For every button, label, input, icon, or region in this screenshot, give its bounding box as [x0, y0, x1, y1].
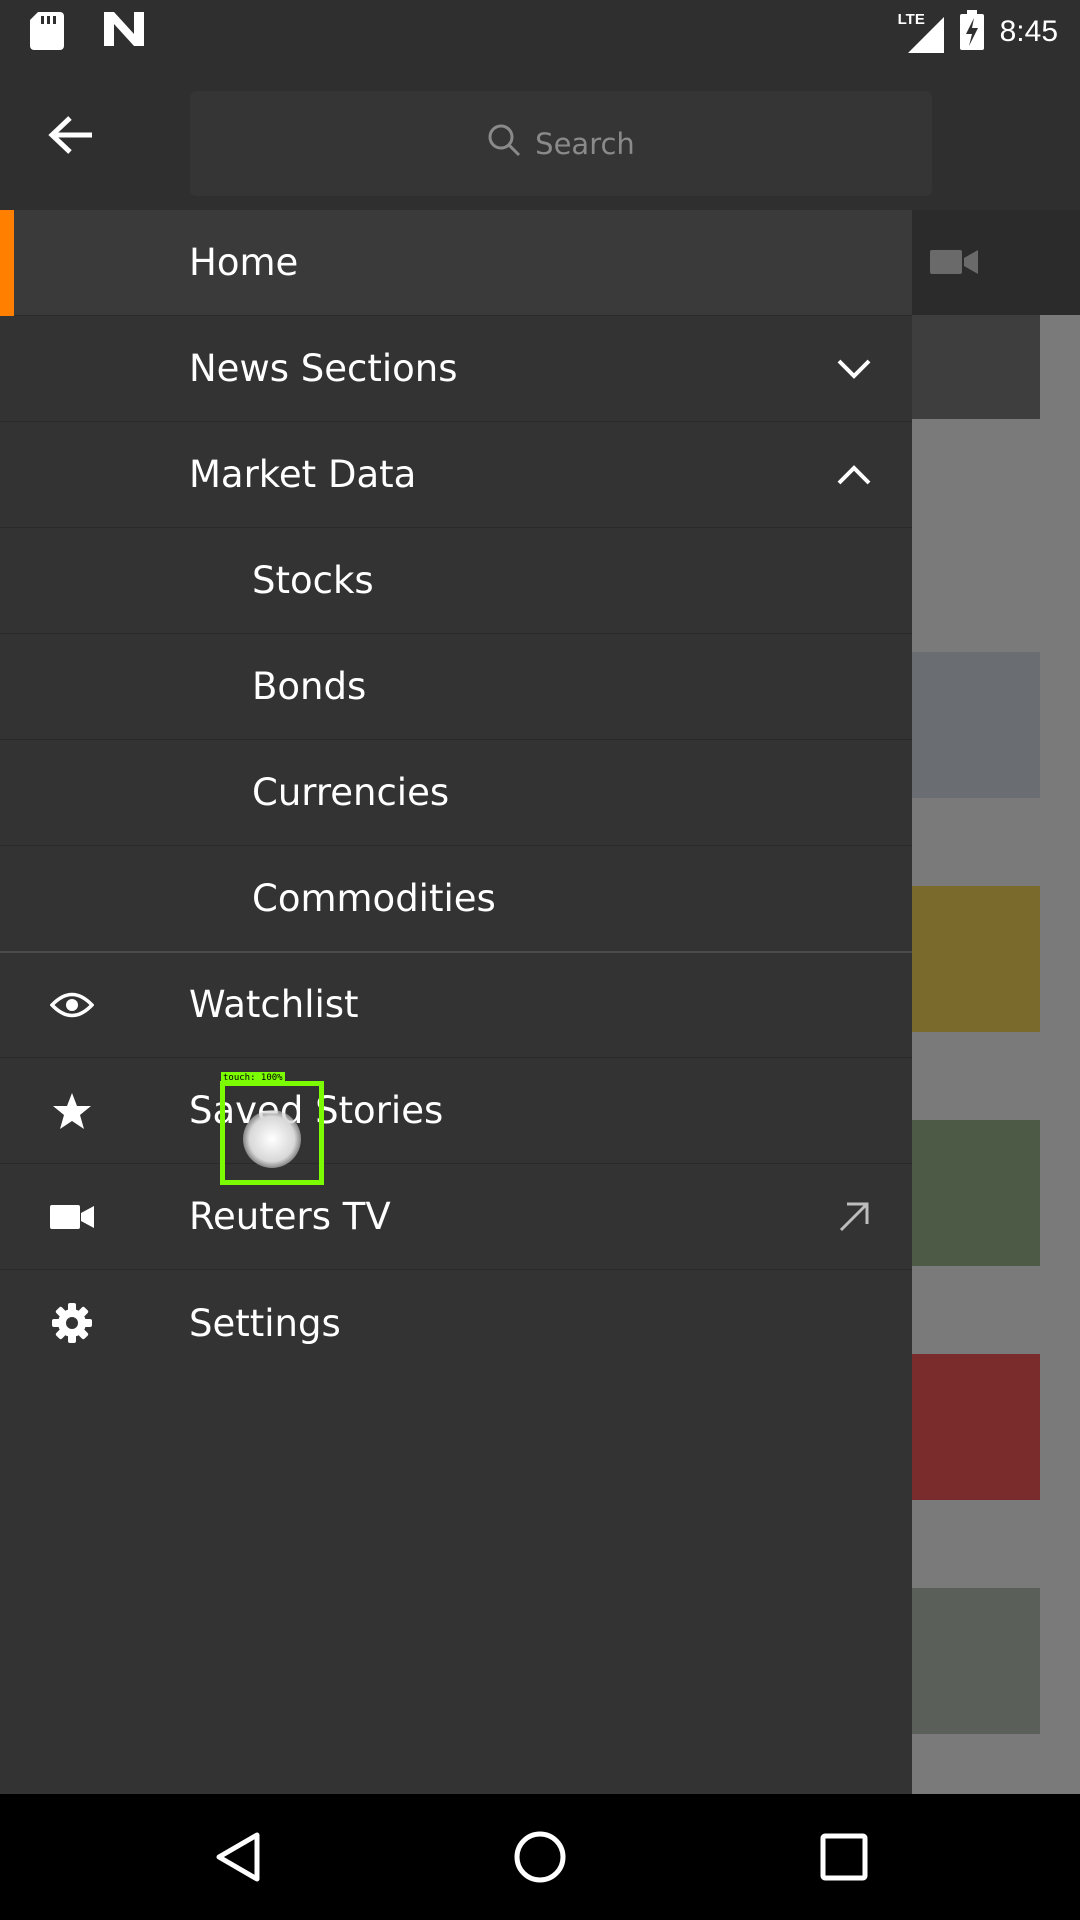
thumbnail [912, 315, 1040, 419]
status-time: 8:45 [999, 15, 1058, 48]
navigation-drawer: Home News Sections Market Data Stocks Bo… [0, 210, 912, 1794]
drawer-item-label: Settings [189, 1301, 341, 1345]
external-link-arrow-icon [832, 1195, 876, 1239]
n-logo-icon [104, 12, 144, 54]
arrow-left-icon [48, 114, 94, 160]
nav-recents-button[interactable] [814, 1829, 874, 1889]
chevron-up-icon [832, 453, 876, 497]
star-icon [50, 1091, 94, 1131]
home-circle-icon [513, 1830, 567, 1888]
drawer-item-watchlist[interactable]: Watchlist [0, 952, 912, 1058]
drawer-item-label: Stocks [252, 559, 374, 602]
drawer-subitem-commodities[interactable]: Commodities [0, 846, 912, 952]
drawer-item-reuters-tv[interactable]: Reuters TV [0, 1164, 912, 1270]
nav-home-button[interactable] [510, 1829, 570, 1889]
drawer-item-label: Reuters TV [189, 1195, 391, 1238]
drawer-item-home[interactable]: Home [0, 210, 912, 316]
touch-point [243, 1110, 301, 1168]
drawer-item-label: News Sections [189, 347, 458, 390]
thumbnail [912, 1354, 1040, 1500]
drawer-item-market-data[interactable]: Market Data [0, 422, 912, 528]
back-button[interactable] [40, 106, 102, 168]
drawer-item-label: Watchlist [189, 983, 359, 1026]
status-bar: LTE 8:45 [0, 0, 1080, 63]
top-app-bar: Search [0, 63, 1080, 210]
search-icon [487, 123, 521, 164]
drawer-item-saved-stories[interactable]: Saved Stories [0, 1058, 912, 1164]
active-indicator [0, 210, 14, 316]
thumbnail [912, 1120, 1040, 1266]
thumbnail [912, 652, 1040, 798]
drawer-item-label: Home [189, 241, 299, 284]
drawer-item-settings[interactable]: Settings [0, 1270, 912, 1376]
sd-card-icon [30, 12, 64, 54]
background-content [912, 210, 1080, 1794]
gear-icon [50, 1303, 94, 1343]
back-triangle-icon [213, 1831, 261, 1887]
drawer-item-label: Commodities [252, 877, 496, 920]
background-toolbar [912, 210, 1080, 315]
lte-signal-icon: LTE [898, 11, 944, 53]
video-camera-icon [930, 248, 978, 280]
drawer-subitem-bonds[interactable]: Bonds [0, 634, 912, 740]
chevron-down-icon [832, 347, 876, 391]
eye-icon [50, 985, 94, 1025]
thumbnail [912, 1588, 1040, 1734]
recents-square-icon [820, 1833, 868, 1885]
drawer-item-label: Bonds [252, 665, 367, 708]
drawer-item-label: Market Data [189, 453, 417, 496]
drawer-subitem-currencies[interactable]: Currencies [0, 740, 912, 846]
system-navigation-bar [0, 1794, 1080, 1920]
drawer-subitem-stocks[interactable]: Stocks [0, 528, 912, 634]
thumbnail [912, 886, 1040, 1032]
search-input[interactable]: Search [190, 91, 932, 196]
battery-charging-icon [959, 10, 984, 54]
video-camera-icon [50, 1197, 94, 1237]
drawer-item-news-sections[interactable]: News Sections [0, 316, 912, 422]
nav-back-button[interactable] [207, 1829, 267, 1889]
search-placeholder: Search [535, 126, 635, 161]
drawer-item-label: Currencies [252, 771, 450, 814]
